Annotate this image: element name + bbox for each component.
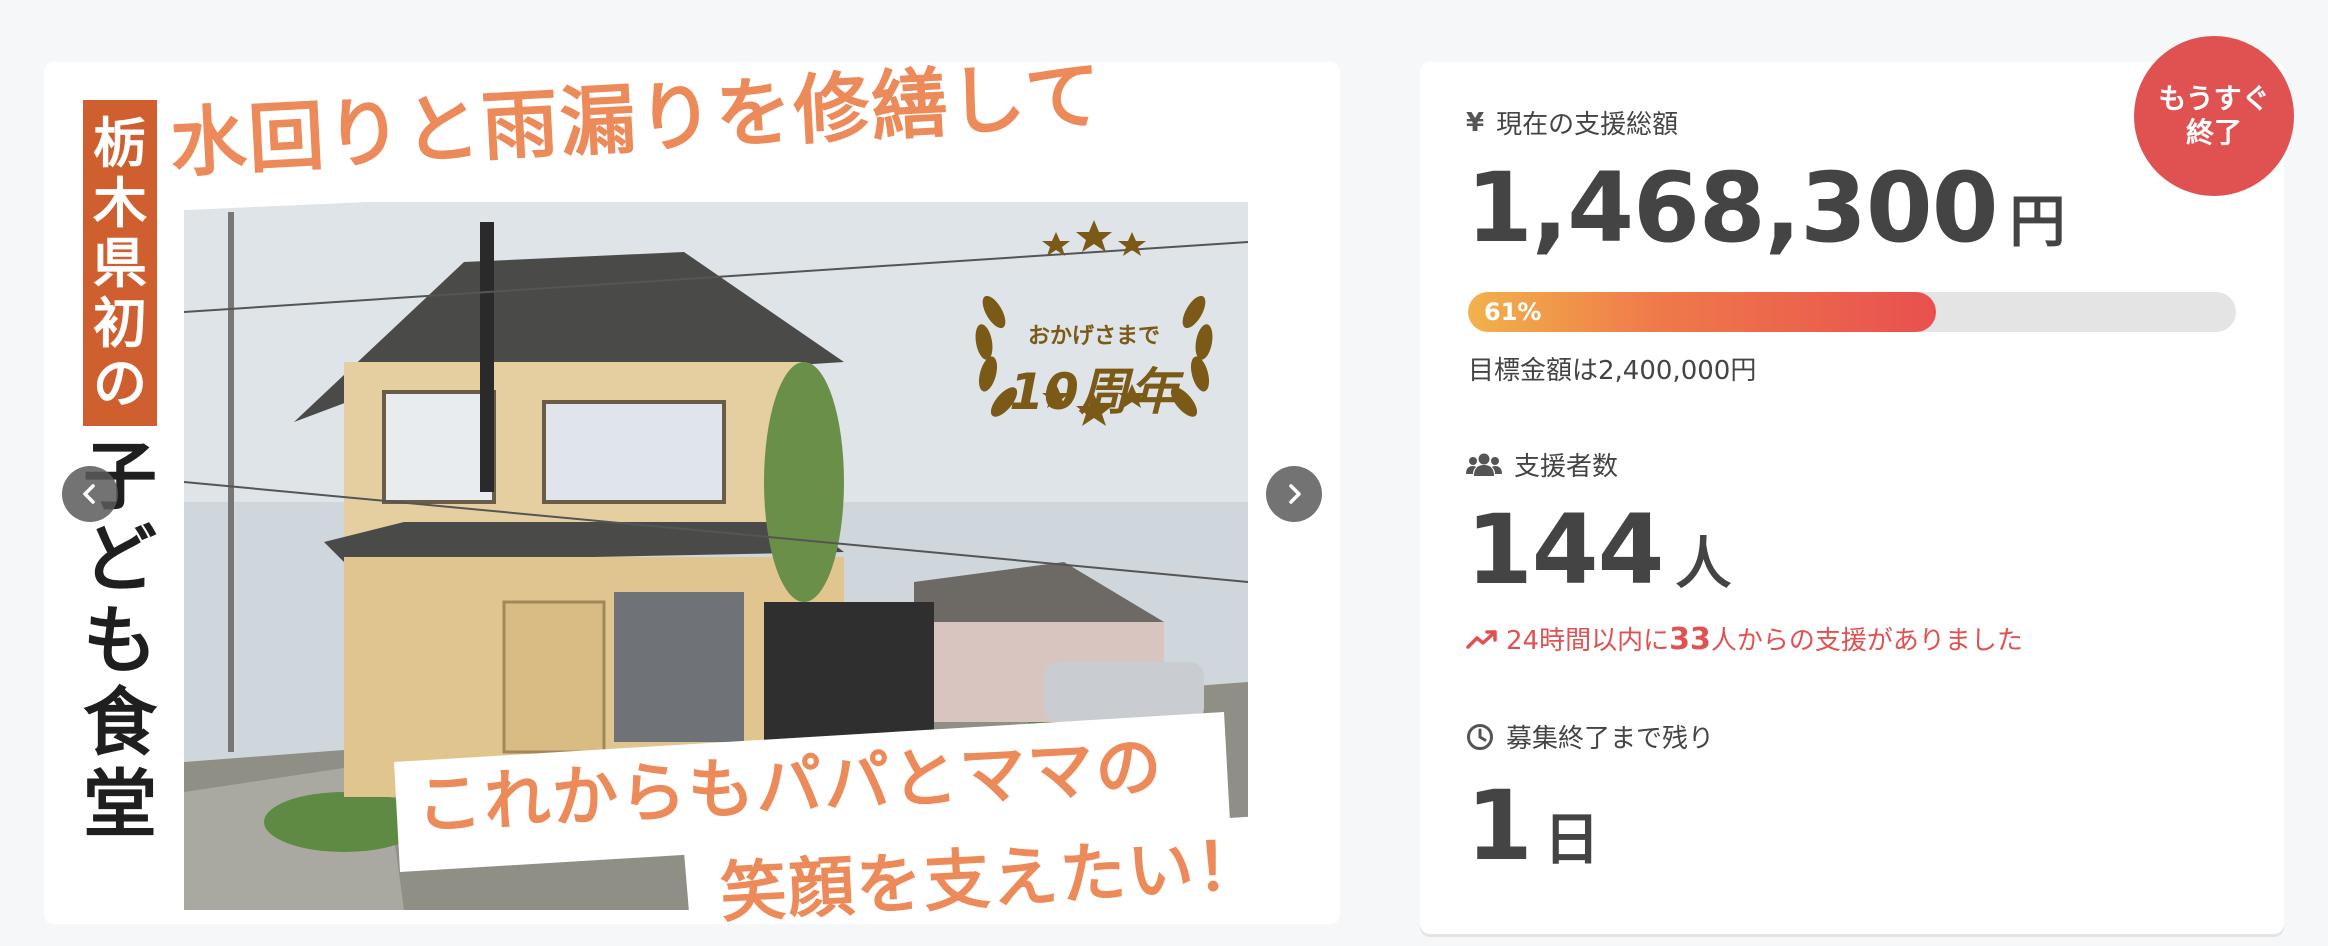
side-title-char: 県 (93, 232, 147, 295)
remaining-label: 募集終了まで残り (1506, 724, 1715, 754)
goal-amount: 目標金額は2,400,000円 (1468, 356, 1757, 386)
side-title-char: 栃 (93, 112, 147, 175)
trend-text: 24時間以内に33人からの支援がありました (1506, 620, 2023, 657)
remaining-value: 1 (1466, 770, 1533, 882)
clock-icon (1467, 723, 1493, 750)
side-title-top: 栃 木 県 初 の (83, 100, 157, 426)
trending-up-icon (1466, 629, 1497, 649)
users-icon (1466, 453, 1502, 476)
badge-line-1: もうすぐ (2158, 82, 2270, 116)
trend-prefix: 24時間以内に (1506, 626, 1670, 656)
remaining-label-row: 募集終了まで残り (1466, 718, 1714, 755)
side-title-char: ど (83, 516, 157, 602)
badge-line-2: 終了 (2185, 116, 2242, 149)
total-label: 現在の支援総額 (1496, 110, 1679, 140)
side-title-char: 初 (93, 292, 147, 355)
recent-supporters-trend: 24時間以内に33人からの支援がありました (1466, 620, 2023, 657)
progress-fill: 61% (1468, 292, 1937, 332)
supporters-label-row: 支援者数 (1466, 446, 1618, 483)
remaining-unit: 日 (1543, 808, 1600, 873)
remaining-time: 1 日 (1466, 770, 1600, 882)
progress-bar: 61% (1468, 292, 2236, 332)
supporters-count: 144 人 (1466, 494, 1731, 606)
side-title-char: の (93, 352, 147, 415)
side-title-char: 堂 (83, 762, 157, 848)
yen-icon: ¥ (1466, 107, 1485, 138)
side-title-char: 木 (93, 172, 147, 235)
supporters-count-value: 144 (1466, 494, 1664, 606)
supporters-label: 支援者数 (1514, 452, 1619, 482)
anniversary-main: 10周年 (1009, 363, 1179, 421)
total-amount-value: 1,468,300 (1466, 152, 1999, 264)
total-label-row: ¥ 現在の支援総額 (1466, 104, 1678, 141)
ending-soon-badge: もうすぐ 終了 (2134, 36, 2294, 196)
project-hero-carousel[interactable]: 栃 木 県 初 の 子 ど も 食 堂 水回りと雨漏りを修繕して これからもパパ… (44, 62, 1340, 924)
progress-label: 61% (1484, 298, 1542, 326)
total-amount-unit: 円 (2009, 190, 2066, 255)
trend-suffix: 人からの支援がありました (1710, 626, 2023, 656)
anniversary-emblem: おかげさまで 10周年 (964, 212, 1224, 452)
supporters-count-unit: 人 (1675, 532, 1732, 597)
total-amount: 1,468,300 円 (1466, 152, 2066, 264)
chevron-right-icon (1289, 484, 1301, 504)
side-title-char: も (83, 598, 157, 684)
anniversary-sub: おかげさまで (1027, 324, 1160, 349)
trend-count: 33 (1669, 622, 1711, 657)
carousel-next-button[interactable] (1266, 466, 1322, 522)
side-title-char: 食 (83, 680, 157, 766)
chevron-left-icon (83, 484, 95, 504)
carousel-prev-button[interactable] (62, 466, 118, 522)
